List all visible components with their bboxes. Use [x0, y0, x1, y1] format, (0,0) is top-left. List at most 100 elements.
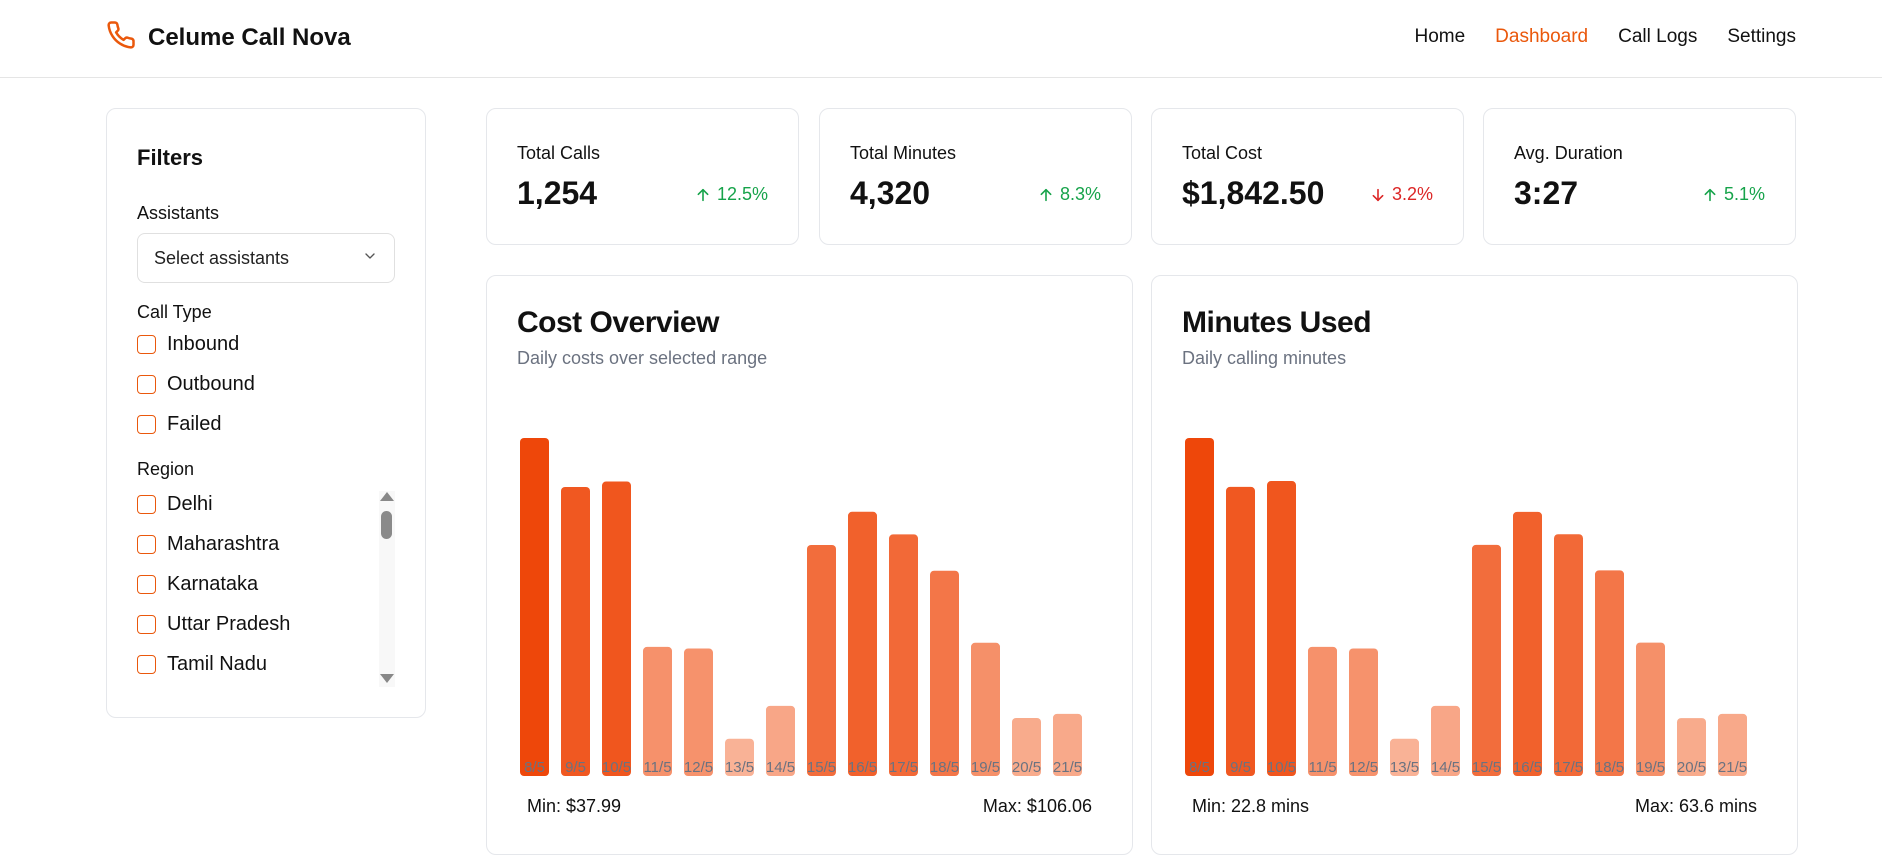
filters-title: Filters	[137, 145, 204, 170]
chart-bar[interactable]	[561, 486, 590, 776]
chart-bar[interactable]	[520, 438, 549, 776]
checkbox-label: Tamil Nadu	[167, 653, 268, 675]
x-tick-label: 18/5	[1595, 759, 1624, 776]
checkbox-label: Uttar Pradesh	[167, 613, 291, 635]
chart-bar[interactable]	[930, 570, 959, 776]
chart-bar[interactable]	[684, 648, 713, 776]
x-tick-label: 18/5	[930, 759, 959, 776]
x-tick-label: 15/5	[807, 759, 836, 776]
x-tick-label: 19/5	[971, 759, 1000, 776]
checkbox-label: Outbound	[167, 373, 255, 395]
checkbox-label: Maharashtra	[167, 533, 280, 555]
stat-label: Total Cost	[1182, 143, 1263, 163]
checkbox[interactable]	[137, 335, 156, 354]
brand[interactable]: Celume Call Nova	[106, 20, 351, 55]
stat-delta-value: 12.5%	[716, 184, 768, 204]
nav-settings[interactable]: Settings	[1727, 26, 1796, 48]
minutes-bar-chart: 8/5 9/5 10/5 11/5 12/5 13/5 14/5 15/5 16/5 17/5 18…	[1185, 438, 1747, 776]
call-type-inbound[interactable]: Inbound	[137, 333, 239, 356]
x-tick-label: 20/5	[1012, 759, 1041, 776]
scroll-down-arrow-icon[interactable]	[380, 674, 394, 683]
chart-bar[interactable]	[643, 646, 672, 776]
x-tick-label: 11/5	[1308, 759, 1336, 776]
x-tick-label: 19/5	[1636, 759, 1665, 776]
checkbox-label: Delhi	[167, 493, 213, 515]
chart-bar[interactable]	[1636, 642, 1665, 776]
chart-bar[interactable]	[848, 511, 877, 776]
chart-bar[interactable]	[602, 481, 631, 776]
chart-bar[interactable]	[1472, 544, 1501, 776]
stat-delta: 8.3%	[1038, 184, 1101, 205]
region-uttar-pradesh[interactable]: Uttar Pradesh	[137, 613, 290, 636]
chart-bar[interactable]	[1595, 570, 1624, 776]
checkbox-label: Inbound	[167, 333, 240, 355]
region-karnataka[interactable]: Karnataka	[137, 573, 258, 596]
stat-label: Total Calls	[517, 143, 601, 163]
assistants-select-value: Select assistants	[154, 247, 290, 268]
chart-bar[interactable]	[807, 544, 836, 776]
stat-card-total-cost: Total Cost $1,842.50 3.2%	[1151, 108, 1464, 245]
chart-bar[interactable]	[1513, 511, 1542, 776]
chart-bar[interactable]	[971, 642, 1000, 776]
chart-bar[interactable]	[1267, 481, 1296, 776]
nav-call-logs[interactable]: Call Logs	[1618, 26, 1697, 48]
chart-bar[interactable]	[1554, 534, 1583, 776]
stat-delta: 5.1%	[1702, 184, 1765, 205]
x-tick-label: 12/5	[684, 759, 713, 776]
assistants-label: Assistants	[137, 203, 220, 223]
x-tick-label: 17/5	[1554, 759, 1583, 776]
cost-overview-card: Cost Overview Daily costs over selected …	[486, 275, 1133, 855]
call-type-outbound[interactable]: Outbound	[137, 373, 255, 396]
stat-card-total-minutes: Total Minutes 4,320 8.3%	[819, 108, 1132, 245]
x-tick-label: 20/5	[1677, 759, 1706, 776]
chevron-down-icon	[362, 248, 378, 269]
region-delhi[interactable]: Delhi	[137, 493, 213, 516]
chart-bar[interactable]	[1226, 486, 1255, 776]
stat-delta: 12.5%	[695, 184, 768, 205]
chart-max-label: Max: 63.6 mins	[1634, 796, 1757, 816]
call-type-failed[interactable]: Failed	[137, 413, 221, 436]
checkbox[interactable]	[137, 535, 156, 554]
nav-home[interactable]: Home	[1414, 26, 1465, 48]
chart-bar[interactable]	[1185, 438, 1214, 776]
arrow-up-icon	[1040, 188, 1052, 201]
phone-icon	[106, 20, 136, 55]
x-tick-label: 8/5	[1189, 759, 1210, 776]
arrow-up-icon	[697, 188, 709, 201]
checkbox-label: Karnataka	[167, 573, 259, 595]
checkbox[interactable]	[137, 615, 156, 634]
chart-min-label: Min: $37.99	[527, 796, 622, 816]
app-name: Celume Call Nova	[148, 23, 351, 51]
stat-delta-value: 8.3%	[1059, 184, 1101, 204]
checkbox[interactable]	[137, 575, 156, 594]
main-nav: Home Dashboard Call Logs Settings	[1414, 26, 1796, 48]
arrow-up-icon	[1704, 188, 1716, 201]
x-tick-label: 8/5	[524, 759, 545, 776]
x-tick-label: 14/5	[1431, 759, 1460, 776]
checkbox[interactable]	[137, 655, 156, 674]
checkbox[interactable]	[137, 375, 156, 394]
stat-card-avg-duration: Avg. Duration 3:27 5.1%	[1483, 108, 1796, 245]
nav-dashboard[interactable]: Dashboard	[1495, 26, 1588, 48]
x-tick-label: 17/5	[889, 759, 918, 776]
x-tick-label: 16/5	[1513, 759, 1542, 776]
scroll-up-arrow-icon[interactable]	[380, 492, 394, 501]
chart-bar[interactable]	[1349, 648, 1378, 776]
x-tick-label: 21/5	[1718, 759, 1747, 776]
region-maharashtra[interactable]: Maharashtra	[137, 533, 279, 556]
chart-bar[interactable]	[889, 534, 918, 776]
scrollbar-thumb[interactable]	[381, 511, 392, 539]
x-tick-label: 9/5	[565, 759, 586, 776]
region-label: Region	[137, 459, 195, 479]
chart-bar[interactable]	[1308, 646, 1337, 776]
stat-value: 1,254	[517, 175, 598, 211]
chart-min-label: Min: 22.8 mins	[1192, 796, 1310, 816]
stat-delta: 3.2%	[1370, 184, 1433, 205]
x-tick-label: 14/5	[766, 759, 795, 776]
checkbox[interactable]	[137, 495, 156, 514]
stat-value: 4,320	[850, 175, 931, 211]
x-tick-label: 11/5	[643, 759, 671, 776]
assistants-select[interactable]: Select assistants	[137, 233, 395, 283]
region-tamil-nadu[interactable]: Tamil Nadu	[137, 653, 267, 676]
checkbox[interactable]	[137, 415, 156, 434]
